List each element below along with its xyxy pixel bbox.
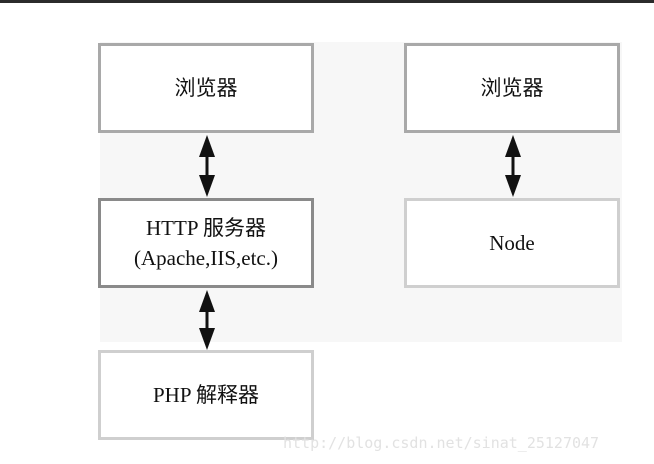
connector-arrows xyxy=(199,135,521,350)
http-php-arrow xyxy=(199,290,215,350)
browser-http-arrow xyxy=(199,135,215,197)
browser-node-arrow xyxy=(505,135,521,197)
watermark-url: http://blog.csdn.net/sinat_25127047 xyxy=(283,434,600,452)
